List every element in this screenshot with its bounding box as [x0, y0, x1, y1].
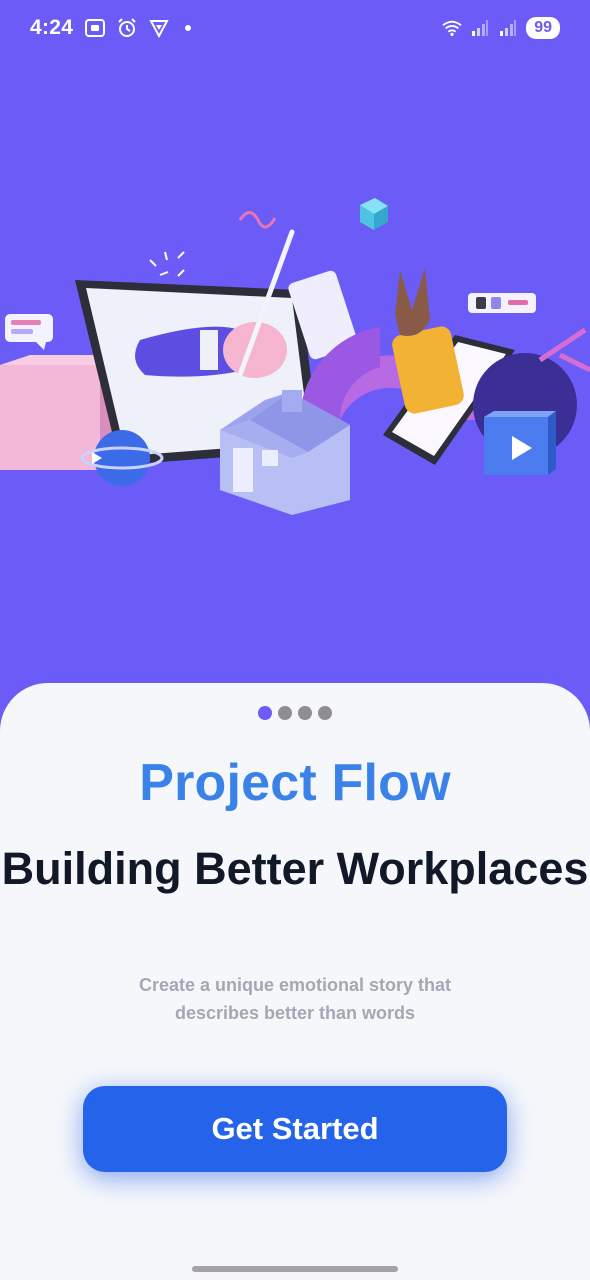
brand-title: Project Flow [139, 754, 451, 812]
onboarding-sheet: Project Flow Building Better Workplaces … [0, 683, 590, 1280]
page-dot-3[interactable] [298, 706, 312, 720]
status-right: 99 [442, 17, 560, 39]
page-dot-1[interactable] [258, 706, 272, 720]
play-button-shape [484, 411, 556, 475]
screenshot-icon [85, 18, 106, 38]
status-left: 4:24 [30, 16, 192, 40]
signal-icon-2 [498, 18, 518, 38]
signal-icon [470, 18, 490, 38]
page-indicator [0, 706, 590, 720]
headline: Building Better Workplaces [1, 843, 589, 894]
vpn-icon [149, 18, 169, 38]
hero-illustration [0, 180, 590, 540]
card-shape [468, 293, 536, 313]
status-time: 4:24 [30, 16, 74, 39]
subtitle: Create a unique emotional story that des… [138, 975, 452, 1023]
home-indicator[interactable] [192, 1266, 398, 1272]
swirl-shape [238, 211, 277, 229]
status-bar: 4:24 99 [0, 0, 590, 56]
page-dot-2[interactable] [278, 706, 292, 720]
chat-bubble-shape [5, 314, 53, 350]
sparkle-shape [149, 251, 185, 277]
wifi-icon [442, 18, 462, 38]
battery-indicator: 99 [526, 17, 560, 39]
alarm-icon [117, 18, 137, 38]
cube-shape [360, 198, 388, 230]
get-started-button[interactable]: Get Started [83, 1086, 507, 1172]
page-dot-4[interactable] [318, 706, 332, 720]
notification-dot [185, 25, 192, 31]
